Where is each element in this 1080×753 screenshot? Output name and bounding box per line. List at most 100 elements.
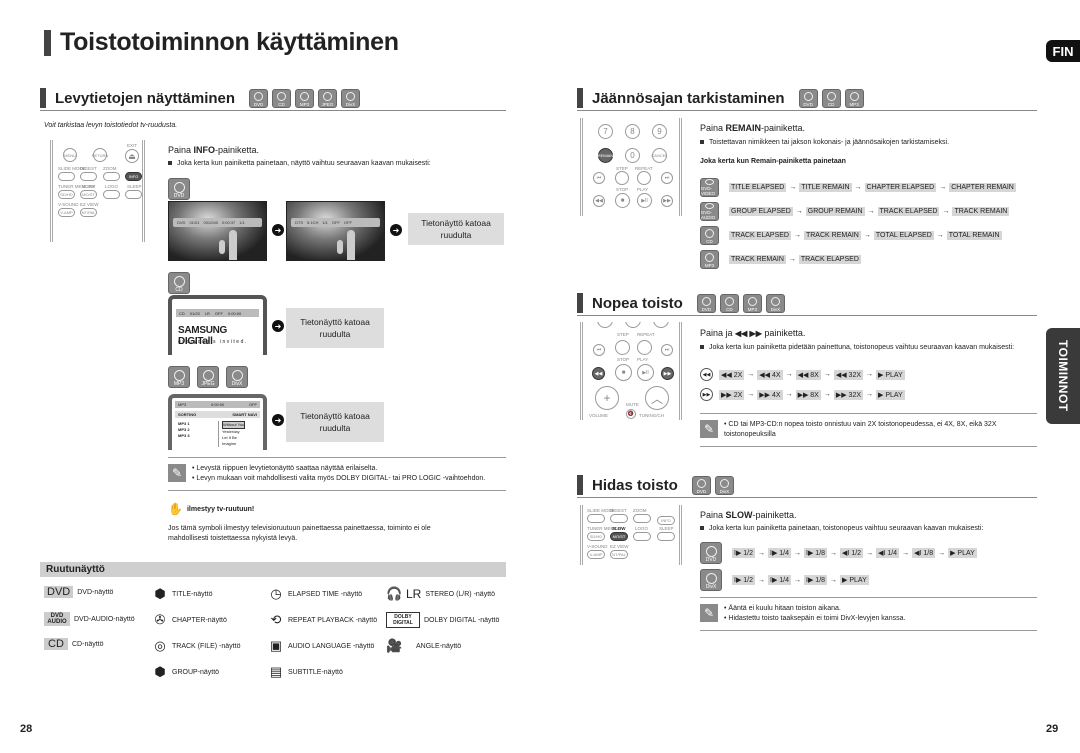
sequence-step: ▶ PLAY	[876, 369, 905, 380]
sequence-row: ◀◀ ◀◀ 2X → ◀◀ 4X → ◀◀ 8X → ◀◀ 32X → ▶ PLAY	[700, 368, 905, 381]
notes-text: • Levystä riippuen levytietonäyttö saatt…	[192, 464, 485, 484]
remote-label: 0	[630, 151, 635, 160]
disc-icon	[747, 296, 757, 306]
arrow-icon: →	[830, 549, 838, 557]
arrow-icon: →	[793, 232, 801, 239]
legend-angle: 🎥 ANGLE-näyttö	[386, 638, 461, 654]
remote-label: MO/ST	[612, 534, 626, 539]
next-arrow-icon: ➜	[390, 224, 402, 236]
remote-info-button: INFO	[657, 516, 675, 525]
remote-label: MUTE	[626, 402, 639, 407]
section-bar	[577, 293, 583, 313]
remote-label: SLEEP	[127, 184, 142, 189]
badge-divx: DivX	[714, 475, 734, 495]
remote-tuning-up-button: ︿	[645, 386, 669, 410]
dvd-audio-format-icon: DVD AUDIO	[44, 612, 70, 626]
arrow-icon: →	[747, 371, 755, 378]
hand-title-text: ilmestyy tv-ruutuun!	[186, 505, 255, 513]
instruction-suffix: -painiketta.	[215, 145, 260, 155]
osd-item: 1/1	[239, 220, 245, 225]
hand-icon: ✋	[168, 502, 183, 516]
hand-symbol-text: Jos tämä symboli ilmestyy televisioruutu…	[168, 525, 431, 542]
info-disappears-text: Tietonäyttö katoaa ruudulta	[300, 411, 370, 433]
sequence-step: CHAPTER ELAPSED	[864, 183, 937, 192]
remote-button	[653, 322, 669, 328]
fast-header: Nopea toisto DVD CD MP3 DivX	[577, 293, 1037, 316]
info-bullet: Joka kerta kun painiketta painetaan, näy…	[168, 160, 431, 167]
arrow-icon: →	[854, 184, 862, 191]
sequence-step: GROUP REMAIN	[805, 207, 865, 216]
remote-label: MENU	[64, 152, 76, 158]
osd-sorting: SORTING	[178, 412, 197, 417]
slow-notes: ✎ • Ääntä ei kuulu hitaan toiston aikana…	[700, 597, 1037, 631]
badge-dvd: DVD	[249, 88, 269, 108]
remote-label: STOP	[617, 357, 630, 362]
remote-label: MO/ST	[82, 192, 95, 197]
instruction-key: ◀◀ ▶▶	[735, 329, 762, 338]
disc-icon	[705, 573, 717, 584]
pencil-note-icon: ✎	[700, 604, 718, 622]
remote-label: SD/HD	[60, 192, 73, 197]
remote-slow-button: MO/ST	[610, 532, 628, 541]
remote-label: DIGEST	[610, 508, 627, 513]
remote-remain-button: REMAIN	[598, 148, 613, 163]
arrow-icon: →	[866, 549, 874, 557]
remote-label: 7	[603, 127, 608, 136]
remote-label: EZ VIEW	[80, 202, 99, 207]
arrow-icon: →	[758, 576, 766, 584]
arrow-icon: →	[758, 549, 766, 557]
legend-header: Ruutunäyttö	[40, 562, 506, 577]
remote-step-button	[615, 171, 629, 185]
osd-item: DTS	[295, 220, 303, 225]
section-side-tab: TOIMINNOT	[1046, 328, 1080, 424]
badge-label: MP3	[299, 101, 310, 107]
sequence-step: ▶ PLAY	[840, 575, 869, 585]
samsung-slogan: everyone's invited.	[178, 339, 248, 345]
sequence-step: TOTAL ELAPSED	[873, 231, 934, 240]
remote-label: RETURN	[91, 152, 109, 158]
badge-label: JPEG	[321, 101, 334, 107]
sequence-step: GROUP ELAPSED	[729, 207, 793, 216]
badge-label: CD	[726, 306, 733, 312]
slow-instruction: Paina SLOW-painiketta.	[700, 510, 797, 520]
forward-button-icon: ▶▶	[700, 388, 713, 401]
next-arrow-icon: ➜	[272, 320, 284, 332]
disc-icon	[277, 91, 287, 101]
sequence-step: ◀◀ 32X	[833, 369, 864, 380]
remain-sequence-list: DVD-VIDEO TITLE ELAPSED → TITLE REMAIN → CHAP…	[700, 178, 1016, 269]
badge-jpeg: JPEG	[318, 88, 338, 108]
badge-divx: DivX	[341, 88, 361, 108]
disc-icon	[705, 229, 714, 238]
osd-item: OFF	[331, 220, 340, 225]
arrow-icon: →	[823, 371, 831, 378]
mp3-osd-sort-bar: SORTING SMART NAVI	[175, 411, 260, 418]
arrow-icon: →	[785, 391, 793, 398]
legend-label: ANGLE-näyttö	[416, 642, 462, 650]
remote-play-button: ▶II	[637, 364, 654, 381]
instruction-prefix: Paina	[700, 123, 726, 133]
sequence-step: ▶▶ 4X	[757, 389, 783, 400]
info-disappears-text: Tietonäyttö katoaa ruudulta	[300, 317, 370, 339]
mp3-osd-top-bar: MP3 0:00:00 OFF	[175, 401, 260, 408]
disc-icon	[173, 276, 185, 287]
disc-icon	[705, 203, 714, 209]
note-line: • Levystä riippuen levytietonäyttö saatt…	[192, 465, 378, 472]
disc-info-intro: Voit tarkistaa levyn toistotiedot tv-ruu…	[44, 122, 178, 129]
remote-forward-button-highlight: ▶▶	[661, 367, 674, 380]
osd-item: LR	[204, 310, 210, 316]
legend-label: TITLE-näyttö	[172, 590, 213, 598]
badge-label: DivX	[719, 488, 730, 494]
remote-vamp-button: V-AMP	[58, 208, 75, 217]
dvd-osd-screen-2: DTS 5.1CH 1/1 OFF OFF	[286, 201, 385, 261]
remote-digest-button	[610, 514, 628, 523]
legend-label: DVD-AUDIO-näyttö	[74, 615, 135, 623]
slow-header: Hidas toisto DVD DivX	[577, 475, 1037, 498]
sequence-step: ◀I 1/8	[912, 548, 936, 558]
remote-most-button: MO/ST	[80, 190, 97, 199]
disc-icon	[300, 91, 310, 101]
legend-label: TRACK (FILE) -näyttö	[172, 642, 241, 650]
slow-heading: Hidas toisto	[592, 476, 678, 494]
remote-vamp-button: V-AMP	[587, 550, 605, 559]
disc-format-badge: DVD	[700, 542, 722, 564]
title-icon: ⬢	[154, 586, 166, 601]
